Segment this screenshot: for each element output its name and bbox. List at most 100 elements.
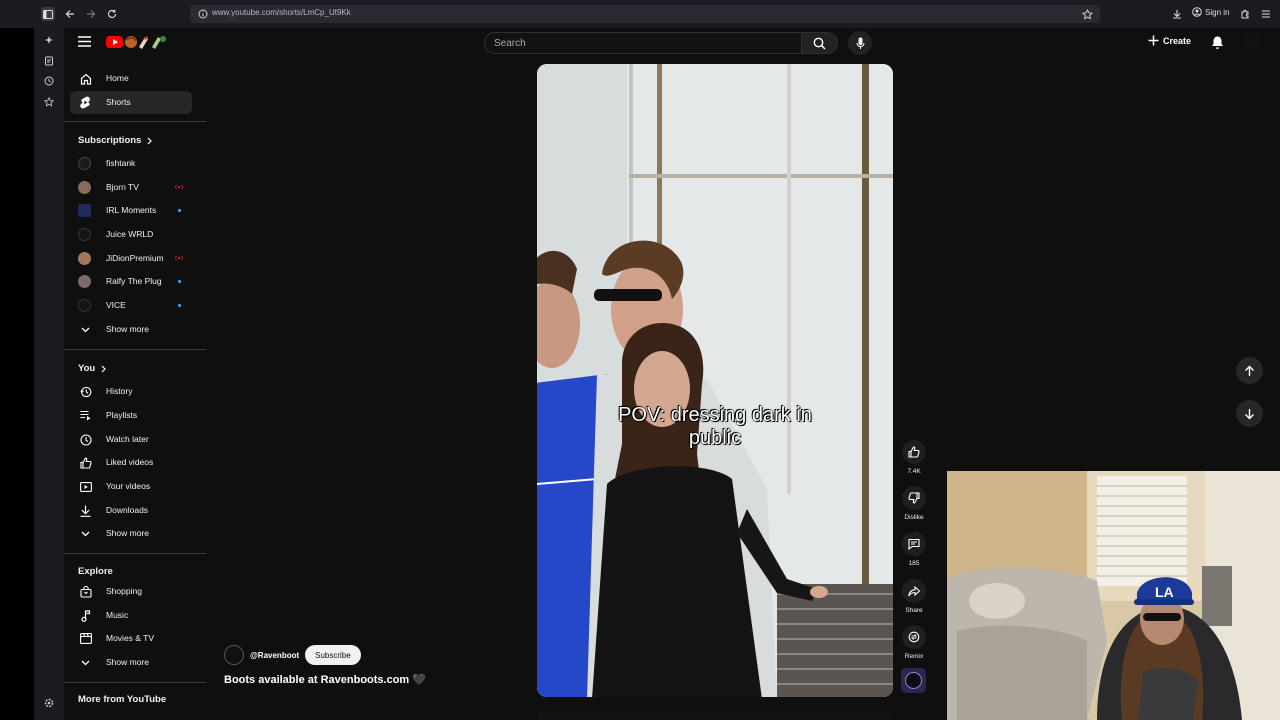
sidebar-item-juice-wrld[interactable]: Juice WRLD <box>70 223 192 246</box>
sidebar-item-vice[interactable]: VICE <box>70 294 192 317</box>
dislike-button[interactable]: Dislike <box>902 486 926 521</box>
comments-button[interactable]: 185 <box>902 532 926 567</box>
like-icon <box>79 456 92 469</box>
sidebar-item-shopping[interactable]: Shopping <box>70 580 192 603</box>
chevron-down-icon <box>79 323 92 336</box>
address-bar[interactable]: www.youtube.com/shorts/LmCp_Ut9Kk <box>190 5 1100 23</box>
home-icon <box>79 72 92 85</box>
new-content-dot <box>178 280 181 283</box>
you-heading[interactable]: You <box>78 363 107 374</box>
video-frame-illustration <box>537 64 893 697</box>
subscriptions-heading[interactable]: Subscriptions <box>78 135 153 146</box>
account-avatar[interactable] <box>1243 34 1261 52</box>
site-info-icon[interactable] <box>196 7 210 21</box>
youtube-logo[interactable] <box>106 34 168 50</box>
sidebar-item-fishtank[interactable]: fishtank <box>70 152 192 175</box>
caption-line-1: POV: dressing dark in <box>618 404 812 426</box>
sidebar-item-jidionpremium[interactable]: JiDionPremium <box>70 247 192 270</box>
streamer-webcam-overlay: LA <box>947 471 1280 720</box>
sidebar-item-label: Playlists <box>106 410 138 420</box>
sync-tabs-icon[interactable] <box>42 54 56 68</box>
sidebar-item-home[interactable]: Home <box>70 67 192 90</box>
sidebar-item-your-videos[interactable]: Your videos <box>70 475 192 498</box>
browser-menu-icon[interactable] <box>1259 7 1273 21</box>
remix-icon <box>902 625 926 649</box>
subscribe-button[interactable]: Subscribe <box>305 645 361 665</box>
like-count: 7.4K <box>907 468 921 475</box>
reload-icon[interactable] <box>105 7 119 21</box>
share-button[interactable]: Share <box>902 579 926 614</box>
forward-icon[interactable] <box>84 7 98 21</box>
sidebar-item-liked-videos[interactable]: Liked videos <box>70 451 192 474</box>
sidebar-item-label: History <box>106 386 133 396</box>
sidebar-item-label: Downloads <box>106 505 149 515</box>
short-title[interactable]: Boots available at Ravenboots.com 🖤 <box>224 673 426 686</box>
extensions-icon[interactable] <box>1238 7 1252 21</box>
arrow-up-icon <box>1245 365 1254 376</box>
voice-search-button[interactable] <box>848 31 872 55</box>
guide-sidebar: Home Shorts Subscriptions fishtank Bjorn… <box>64 58 208 720</box>
you-show-more[interactable]: Show more <box>70 522 192 545</box>
shorts-video-player[interactable]: POV: dressing dark in public <box>537 64 893 697</box>
channel-avatar <box>78 204 91 217</box>
channel-name: VICE <box>106 300 126 310</box>
channel-avatar <box>78 299 91 312</box>
bookmarks-sidebar-icon[interactable] <box>42 95 56 109</box>
history-icon <box>79 385 92 398</box>
channel-name: Juice WRLD <box>106 229 154 239</box>
sidebar-item-playlists[interactable]: Playlists <box>70 404 192 427</box>
sidebar-toggle-icon[interactable] <box>41 7 55 21</box>
sound-channel-thumbnail[interactable] <box>901 668 926 693</box>
sidebar-item-movies-tv[interactable]: Movies & TV <box>70 627 192 650</box>
sidebar-item-ralfy-the-plug[interactable]: Ralfy The Plug <box>70 270 192 293</box>
create-label: Create <box>1163 35 1192 46</box>
account-icon <box>1192 7 1202 17</box>
search-icon <box>813 37 826 50</box>
show-more-label: Show more <box>106 528 149 538</box>
show-more-label: Show more <box>106 657 149 667</box>
sidebar-item-music[interactable]: Music <box>70 604 192 627</box>
customize-sidebar-icon[interactable] <box>42 696 56 710</box>
history-sidebar-icon[interactable] <box>42 74 56 88</box>
share-label: Share <box>905 607 923 614</box>
notifications-bell-icon[interactable] <box>1211 35 1224 50</box>
like-button[interactable]: 7.4K <box>902 440 926 475</box>
search-button[interactable] <box>802 32 838 54</box>
movies-icon <box>79 632 92 645</box>
channel-handle[interactable]: @Ravenboot <box>250 651 299 660</box>
channel-avatar <box>78 228 91 241</box>
remix-button[interactable]: Remix <box>902 625 926 660</box>
sidebar-item-label: Music <box>106 610 129 620</box>
previous-short-button[interactable] <box>1236 357 1263 384</box>
sidebar-item-bjorn-tv[interactable]: Bjorn TV <box>70 176 192 199</box>
microphone-icon <box>856 37 864 49</box>
channel-avatar <box>78 157 91 170</box>
more-from-youtube-title: More from YouTube <box>78 694 167 705</box>
sidebar-item-shorts[interactable]: Shorts <box>70 91 192 114</box>
chevron-down-icon <box>79 527 92 540</box>
channel-name: IRL Moments <box>106 205 157 215</box>
browser-sidebar <box>34 28 64 720</box>
dislike-label: Dislike <box>904 514 924 521</box>
shorts-icon <box>79 96 92 109</box>
live-indicator-icon <box>174 255 184 261</box>
sidebar-item-label: Movies & TV <box>106 633 155 643</box>
bookmark-star-icon[interactable] <box>1080 7 1094 21</box>
sidebar-divider <box>64 349 206 350</box>
create-button[interactable]: Create <box>1148 35 1191 46</box>
sidebar-item-downloads[interactable]: Downloads <box>70 499 192 522</box>
search-placeholder: Search <box>494 38 526 49</box>
guide-menu-icon[interactable] <box>78 36 91 47</box>
subscriptions-show-more[interactable]: Show more <box>70 318 192 341</box>
sidebar-item-history[interactable]: History <box>70 380 192 403</box>
sidebar-item-irl-moments[interactable]: IRL Moments <box>70 199 192 222</box>
search-input[interactable]: Search <box>484 32 802 54</box>
downloads-icon[interactable] <box>1170 7 1184 21</box>
explore-show-more[interactable]: Show more <box>70 651 192 674</box>
sidebar-item-watch-later[interactable]: Watch later <box>70 428 192 451</box>
ai-chat-icon[interactable] <box>42 33 56 47</box>
channel-avatar[interactable] <box>224 645 244 665</box>
next-short-button[interactable] <box>1236 400 1263 427</box>
back-icon[interactable] <box>63 7 77 21</box>
browser-signin-button[interactable]: Sign in <box>1192 7 1229 17</box>
